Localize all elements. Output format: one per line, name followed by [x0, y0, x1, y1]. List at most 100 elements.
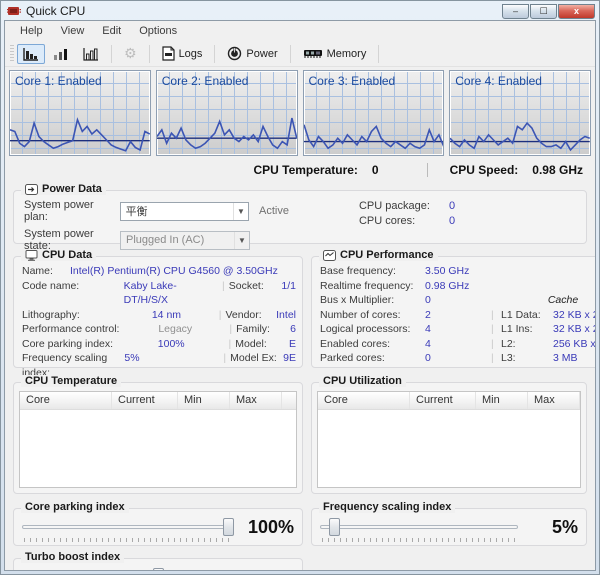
slider-ticks: [24, 538, 232, 542]
settings-button[interactable]: ⚙: [118, 42, 143, 65]
turbo-boost-slider[interactable]: [22, 568, 234, 572]
slider-track[interactable]: [22, 525, 234, 529]
cpu-speed-value: 0.98 GHz: [532, 163, 583, 177]
row-value: 256 KB x 2: [553, 337, 596, 352]
column-header-max[interactable]: Max: [230, 392, 282, 409]
divider: |: [225, 322, 236, 337]
slider-track[interactable]: [320, 525, 518, 529]
logs-button[interactable]: Logs: [156, 43, 209, 64]
titlebar: Quick CPU – ☐ x: [1, 1, 599, 20]
power-data-icon: [25, 184, 38, 195]
row-label: Performance control:: [22, 322, 126, 337]
power-icon: [227, 46, 242, 61]
cpu-utilization-table: Core Current Min Max: [317, 391, 581, 488]
divider: |: [487, 351, 501, 366]
core-parking-slider-group: Core parking index 100%: [13, 508, 303, 546]
core4-graph: Core 4: Enabled: [449, 70, 591, 156]
column-chart-icon: [83, 47, 99, 61]
column-header-min[interactable]: Min: [178, 392, 230, 409]
readout-bar: CPU Temperature: 0 CPU Speed: 0.98 GHz: [5, 160, 595, 180]
row-value: 5%: [124, 351, 219, 380]
row-label: Bus x Multiplier:: [320, 293, 425, 308]
menu-edit[interactable]: Edit: [93, 23, 130, 39]
column-header-current[interactable]: Current: [112, 392, 178, 409]
row-value: 32 KB x 2: [553, 322, 596, 337]
cpu-temperature-table: Core Current Min Max: [19, 391, 297, 488]
cpu-utilization-table-title: CPU Utilization: [323, 375, 402, 387]
divider: |: [487, 322, 501, 337]
row-value: 9E: [283, 351, 296, 380]
row-label: Socket:: [229, 279, 282, 308]
cpu-temperature-table-title: CPU Temperature: [25, 375, 117, 387]
power-plan-value: 平衡: [126, 203, 148, 219]
column-header-current[interactable]: Current: [410, 392, 476, 409]
window-title: Quick CPU: [26, 4, 85, 18]
cache-header: Cache: [501, 293, 596, 308]
cpu-cores-label: CPU cores:: [359, 215, 449, 227]
minimize-button[interactable]: –: [502, 4, 529, 19]
power-data-group: Power Data System power plan: 平衡 ▼ Activ…: [13, 190, 587, 244]
cpu-package-label: CPU package:: [359, 200, 449, 212]
row-value: 4: [425, 337, 487, 352]
turbo-boost-value: 65%: [244, 567, 294, 571]
menu-options[interactable]: Options: [130, 23, 186, 39]
cpu-data-icon: [25, 250, 38, 261]
row-label: L1 Data:: [501, 308, 553, 323]
maximize-button[interactable]: ☐: [530, 4, 557, 19]
chevron-down-icon: ▼: [234, 232, 249, 249]
row-label: Number of cores:: [320, 308, 425, 323]
core4-graph-label: Core 4: Enabled: [455, 74, 542, 88]
cpu-temperature-group: CPU Temperature Core Current Min Max: [13, 382, 303, 494]
slider-thumb[interactable]: [329, 518, 340, 536]
cpu-utilization-group: CPU Utilization Core Current Min Max: [311, 382, 587, 494]
slider-ticks: [322, 538, 516, 542]
memory-button[interactable]: Memory: [297, 45, 373, 63]
core-parking-slider[interactable]: [22, 518, 234, 538]
power-plan-controls: System power plan: 平衡 ▼ Active System po…: [24, 199, 289, 243]
toolbar-separator: [149, 45, 150, 63]
divider: |: [219, 351, 230, 380]
chart-view-1-button[interactable]: [17, 44, 45, 64]
row-value: 3 MB: [553, 351, 596, 366]
menu-help[interactable]: Help: [11, 23, 52, 39]
row-label: Model:: [235, 337, 289, 352]
toolbar: ⚙ Logs Power: [5, 41, 595, 67]
frequency-scaling-value: 5%: [528, 517, 578, 538]
row-value: Intel: [276, 308, 296, 323]
power-button[interactable]: Power: [221, 43, 283, 64]
cpu-data-title: CPU Data: [42, 249, 92, 261]
slider-thumb[interactable]: [153, 568, 164, 572]
row-value: 2: [425, 308, 487, 323]
row-label: Parked cores:: [320, 351, 425, 366]
column-header-core[interactable]: Core: [318, 392, 410, 409]
column-header-core[interactable]: Core: [20, 392, 112, 409]
readout-divider: [427, 163, 428, 177]
row-value: 4: [425, 322, 487, 337]
chart-view-2-button[interactable]: [47, 44, 75, 64]
close-button[interactable]: x: [558, 4, 595, 19]
power-plan-label: System power plan:: [24, 199, 120, 223]
frequency-scaling-slider[interactable]: [320, 518, 518, 538]
row-label: L2:: [501, 337, 553, 352]
power-plan-select[interactable]: 平衡 ▼: [120, 202, 249, 221]
power-button-label: Power: [246, 48, 277, 60]
core-parking-value: 100%: [244, 517, 294, 538]
log-document-icon: [162, 46, 175, 61]
frequency-scaling-title: Frequency scaling index: [323, 501, 451, 513]
menu-view[interactable]: View: [52, 23, 94, 39]
turbo-boost-slider-group: Turbo boost index 65%: [13, 558, 303, 571]
row-label: Vendor:: [225, 308, 276, 323]
row-value: 0: [425, 351, 487, 366]
row-value: 100%: [126, 337, 225, 352]
turbo-boost-title: Turbo boost index: [25, 551, 120, 563]
cpu-name-label: Name:: [22, 264, 70, 279]
column-header-min[interactable]: Min: [476, 392, 528, 409]
column-header-max[interactable]: Max: [528, 392, 580, 409]
row-value: 3.50 GHz: [425, 264, 487, 279]
slider-thumb[interactable]: [223, 518, 234, 536]
cpu-temperature-label: CPU Temperature:: [253, 163, 357, 177]
memory-button-label: Memory: [327, 48, 367, 60]
chart-view-3-button[interactable]: [77, 44, 105, 64]
app-icon: [7, 5, 21, 17]
toolbar-separator: [290, 45, 291, 63]
